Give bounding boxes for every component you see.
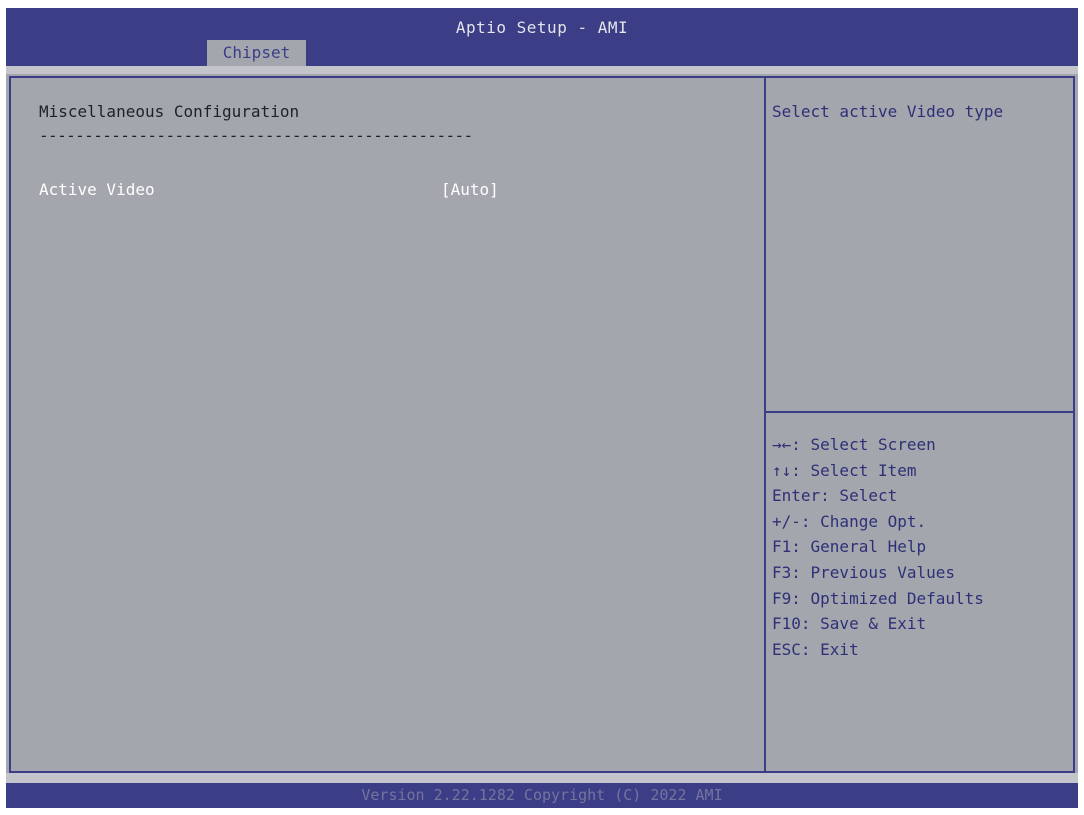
key-legend: →←: Select Screen ↑↓: Select Item Enter:… xyxy=(772,432,984,662)
key-hint-general-help: F1: General Help xyxy=(772,537,927,557)
main-panel: Miscellaneous Configuration ------------… xyxy=(9,76,766,773)
key-hint-select-item: ↑↓: Select Item xyxy=(772,460,917,480)
tab-chipset[interactable]: Chipset xyxy=(207,40,306,66)
help-panel: Select active Video type →←: Select Scre… xyxy=(766,76,1075,773)
section-title: Miscellaneous Configuration xyxy=(39,102,300,121)
key-hint-esc-exit: ESC: Exit xyxy=(772,639,859,659)
header-separator xyxy=(6,66,1078,74)
setting-value-dropdown[interactable]: [Auto] xyxy=(441,180,499,199)
footer-separator xyxy=(6,773,1078,783)
footer-bar: Version 2.22.1282 Copyright (C) 2022 AMI xyxy=(6,783,1078,808)
key-hint-select-screen: →←: Select Screen xyxy=(772,435,936,454)
section-divider: ----------------------------------------… xyxy=(39,126,473,145)
key-hint-enter: Enter: Select xyxy=(772,486,898,506)
setting-label: Active Video xyxy=(39,180,155,199)
key-hint-optimized-defaults: F9: Optimized Defaults xyxy=(772,588,984,608)
header-bar: Aptio Setup - AMI Chipset xyxy=(6,8,1078,66)
help-description: Select active Video type xyxy=(772,102,1004,121)
version-copyright: Version 2.22.1282 Copyright (C) 2022 AMI xyxy=(361,786,723,804)
key-hint-save-exit: F10: Save & Exit xyxy=(772,614,927,634)
key-hint-change-opt: +/-: Change Opt. xyxy=(772,511,927,531)
setting-active-video[interactable]: Active Video [Auto] xyxy=(39,180,559,202)
app-title: Aptio Setup - AMI xyxy=(455,18,629,37)
bios-screen: Aptio Setup - AMI Chipset Miscellaneous … xyxy=(6,8,1078,808)
key-hint-previous-values: F3: Previous Values xyxy=(772,562,956,582)
help-divider xyxy=(766,411,1073,413)
